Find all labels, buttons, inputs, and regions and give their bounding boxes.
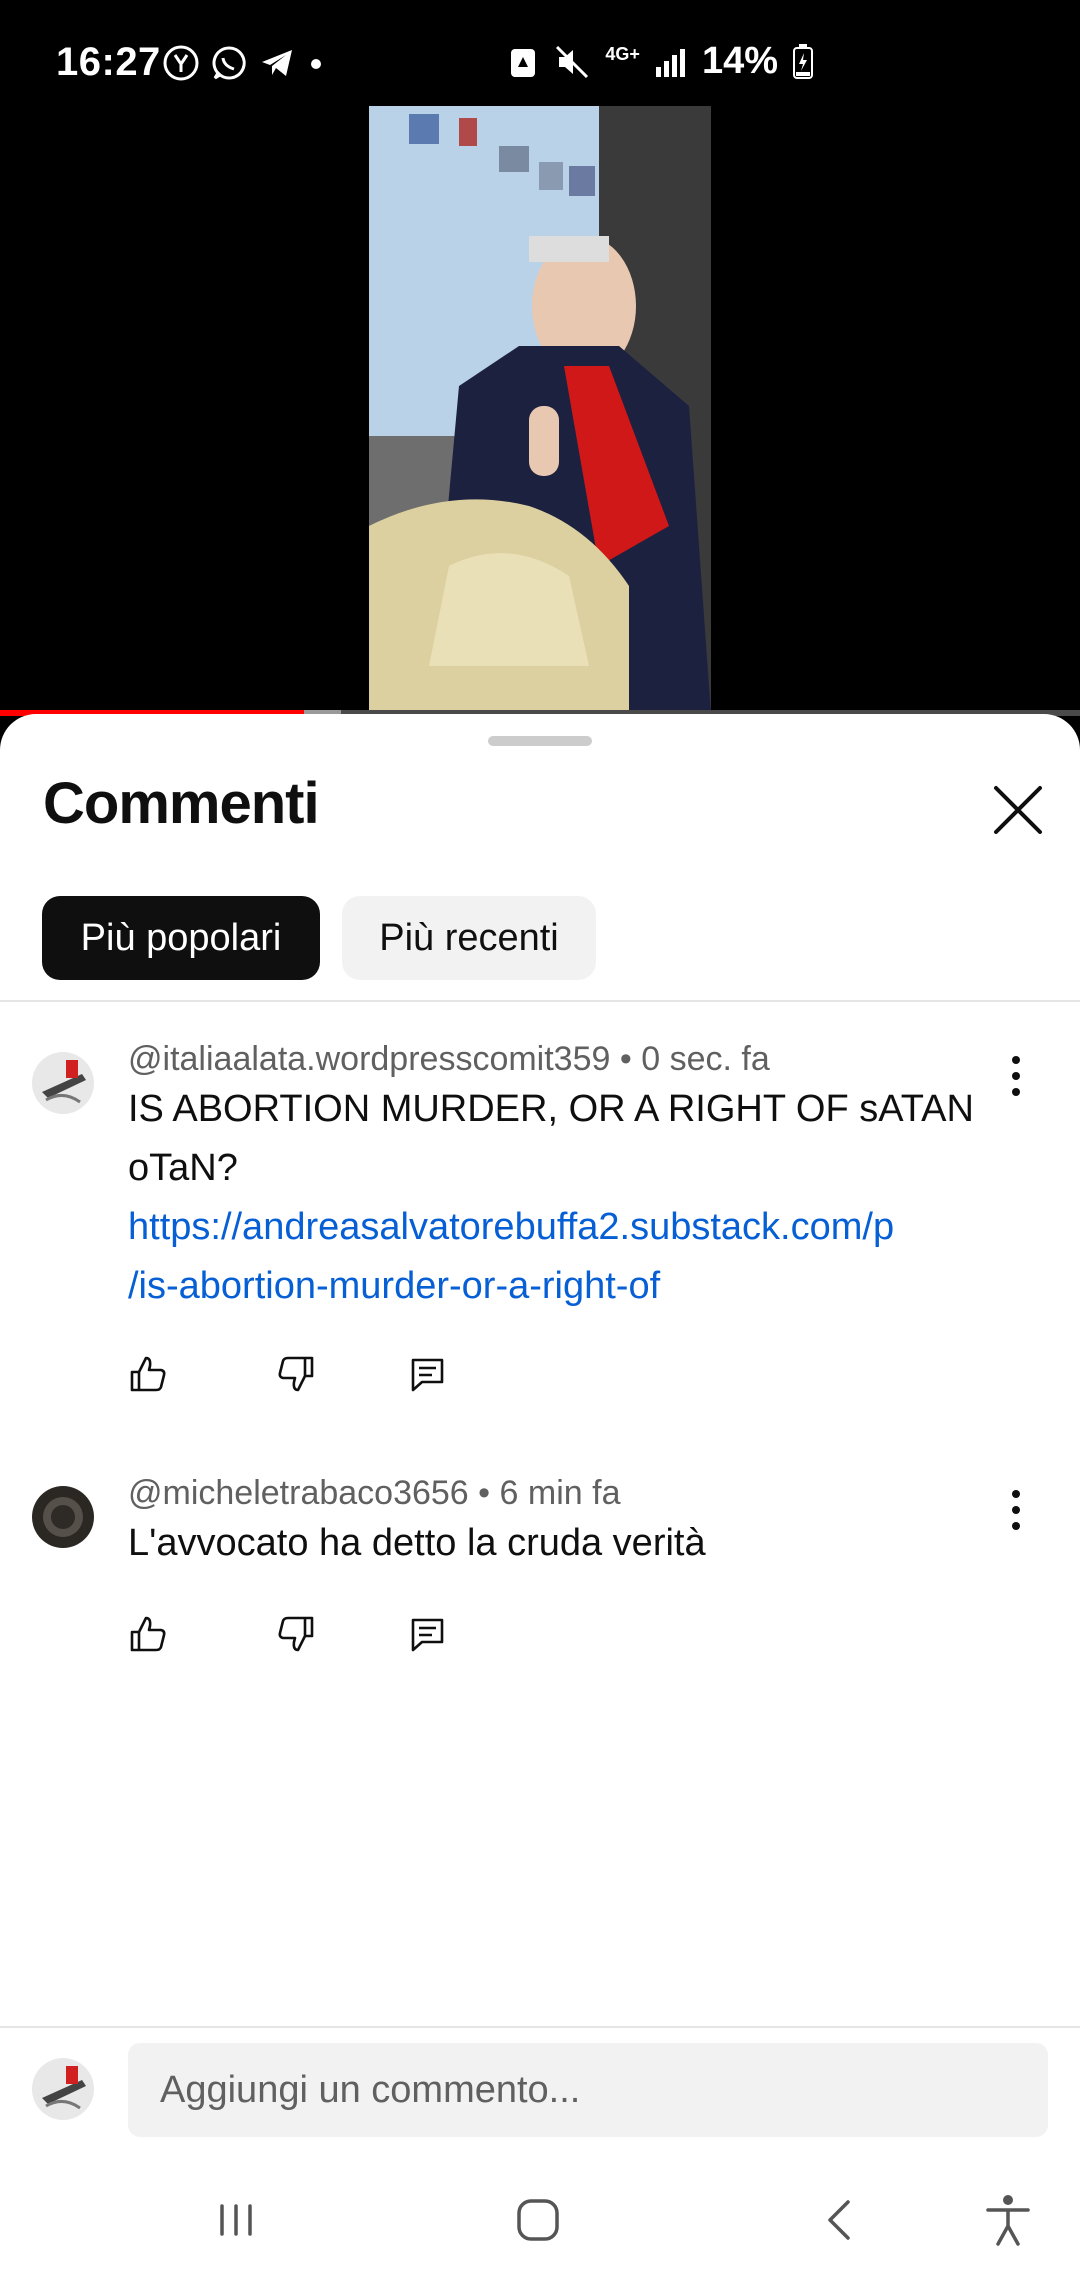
divider	[0, 1000, 1080, 1002]
comment-text: L'avvocato ha detto la cruda verità	[128, 1522, 706, 1564]
like-icon[interactable]	[128, 1614, 168, 1654]
accessibility-icon[interactable]	[978, 2190, 1038, 2250]
filter-most-popular[interactable]: Più popolari	[42, 896, 320, 980]
add-comment-input[interactable]: Aggiungi un commento...	[128, 2043, 1048, 2137]
recycle-icon	[511, 48, 536, 77]
close-icon[interactable]	[988, 780, 1048, 840]
comment-time: 6 min fa	[499, 1474, 621, 1512]
recent-apps-icon[interactable]	[206, 2190, 266, 2250]
telegram-icon	[262, 50, 292, 76]
dislike-icon[interactable]	[276, 1614, 316, 1654]
comment-author[interactable]: @italiaalata.wordpresscomit359	[128, 1040, 610, 1078]
whatsapp-icon	[212, 46, 246, 80]
comment-actions	[128, 1354, 448, 1394]
more-options-icon[interactable]	[998, 1480, 1034, 1540]
video-player[interactable]	[0, 106, 1080, 714]
comment-link-line-1[interactable]: https://andreasalvatorebuffa2.substack.c…	[128, 1206, 894, 1248]
comment-time: 0 sec. fa	[641, 1040, 770, 1078]
more-options-icon[interactable]	[998, 1046, 1034, 1106]
like-icon[interactable]	[128, 1354, 168, 1394]
reply-icon[interactable]	[408, 1614, 448, 1654]
comment-actions	[128, 1614, 448, 1654]
divider	[0, 2026, 1080, 2028]
back-icon[interactable]	[810, 2190, 870, 2250]
status-time: 16:27	[56, 40, 161, 84]
status-bar: 16:27 4G+ 14%	[0, 0, 1080, 110]
filter-most-recent[interactable]: Più recenti	[342, 896, 596, 980]
mute-icon	[556, 45, 589, 78]
meta-separator: •	[478, 1474, 500, 1512]
reply-icon[interactable]	[408, 1354, 448, 1394]
comment-text: IS ABORTION MURDER, OR A RIGHT OF sATAN …	[128, 1088, 974, 1189]
system-nav-bar	[0, 2160, 1080, 2280]
meta-separator: •	[619, 1040, 642, 1078]
video-thumbnail	[369, 106, 711, 714]
network-type: 4G+	[605, 44, 640, 64]
status-left-icons	[162, 44, 326, 82]
status-right-icons: 4G+ 14%	[507, 40, 814, 83]
comments-title: Commenti	[43, 771, 320, 836]
yandex-icon	[163, 45, 199, 81]
avatar[interactable]	[32, 1052, 94, 1114]
drag-handle[interactable]	[488, 736, 592, 746]
comment-link-line-2[interactable]: /is-abortion-murder-or-a-right-of	[128, 1265, 660, 1307]
comment-body: L'avvocato ha detto la cruda verità	[128, 1514, 978, 1573]
dislike-icon[interactable]	[276, 1354, 316, 1394]
home-icon[interactable]	[508, 2190, 568, 2250]
avatar[interactable]	[32, 1486, 94, 1548]
signal-icon	[655, 48, 685, 77]
comment-meta: @micheletrabaco3656 • 6 min fa	[128, 1474, 620, 1513]
notification-dot	[311, 59, 321, 69]
user-avatar	[32, 2058, 94, 2120]
comment-link[interactable]: https://andreasalvatorebuffa2.substack.c…	[128, 1206, 894, 1307]
comment-meta: @italiaalata.wordpresscomit359 • 0 sec. …	[128, 1040, 770, 1079]
battery-percent: 14%	[701, 40, 778, 82]
comment-author[interactable]: @micheletrabaco3656	[128, 1474, 469, 1512]
comment-body: IS ABORTION MURDER, OR A RIGHT OF sATAN …	[128, 1080, 978, 1316]
battery-charging-icon	[793, 43, 813, 79]
